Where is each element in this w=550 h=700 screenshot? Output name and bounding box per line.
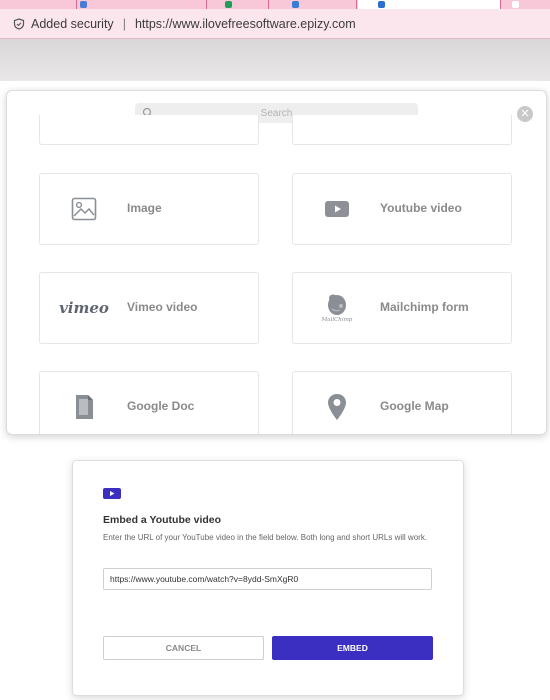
- mailchimp-logo-text: MailChimp: [321, 317, 353, 323]
- block-card-google-map[interactable]: Google Map: [292, 371, 512, 434]
- browser-tab[interactable]: [270, 0, 357, 9]
- block-card-image[interactable]: Image: [39, 173, 259, 245]
- youtube-icon: [315, 190, 359, 228]
- block-card-vimeo[interactable]: vimeo Vimeo video: [39, 272, 259, 344]
- block-card-label: Google Map: [380, 399, 449, 413]
- block-card-youtube[interactable]: Youtube video: [292, 173, 512, 245]
- block-card-mailchimp[interactable]: MailChimp Mailchimp form: [292, 272, 512, 344]
- block-card-label: Vimeo video: [127, 300, 198, 314]
- address-bar[interactable]: Added security | https://www.ilovefreeso…: [0, 9, 550, 39]
- tab-favicon-icon: [378, 1, 385, 8]
- vimeo-logo-text: vimeo: [59, 299, 109, 317]
- map-pin-icon: [315, 388, 359, 426]
- embed-button[interactable]: EMBED: [272, 636, 433, 660]
- image-icon: [62, 190, 106, 228]
- tab-strip: [0, 0, 550, 9]
- block-card-partial[interactable]: [292, 115, 512, 145]
- youtube-icon: [103, 488, 121, 499]
- block-card-partial[interactable]: [39, 115, 259, 145]
- block-card-label: Mailchimp form: [380, 300, 469, 314]
- tab-favicon-icon: [512, 1, 519, 8]
- browser-tab[interactable]: [208, 0, 269, 9]
- cancel-button[interactable]: CANCEL: [103, 636, 264, 660]
- block-card-google-doc[interactable]: Google Doc: [39, 371, 259, 434]
- security-label: Added security: [31, 16, 114, 31]
- block-card-label: Google Doc: [127, 399, 195, 413]
- mailchimp-icon: MailChimp: [315, 289, 359, 327]
- browser-tab[interactable]: [78, 0, 207, 9]
- dialog-title: Embed a Youtube video: [103, 514, 222, 526]
- block-card-label: Image: [127, 201, 162, 215]
- page-hero-image: [0, 39, 550, 81]
- dialog-description: Enter the URL of your YouTube video in t…: [103, 533, 428, 542]
- url-text[interactable]: https://www.ilovefreesoftware.epizy.com: [135, 17, 356, 31]
- shield-icon: [13, 17, 25, 30]
- vimeo-logo: vimeo: [59, 289, 109, 327]
- close-icon[interactable]: ✕: [517, 106, 533, 122]
- google-doc-icon: [62, 388, 106, 426]
- browser-tab[interactable]: [0, 0, 77, 9]
- block-card-label: Youtube video: [380, 201, 462, 215]
- youtube-url-input[interactable]: https://www.youtube.com/watch?v=8ydd-SmX…: [103, 568, 432, 590]
- address-separator: |: [122, 16, 126, 31]
- browser-tab[interactable]: [502, 0, 550, 9]
- embed-youtube-dialog: Embed a Youtube video Enter the URL of y…: [72, 460, 464, 696]
- block-picker-modal: Search ✕ Image Youtube video vimeo Vimeo…: [6, 90, 547, 435]
